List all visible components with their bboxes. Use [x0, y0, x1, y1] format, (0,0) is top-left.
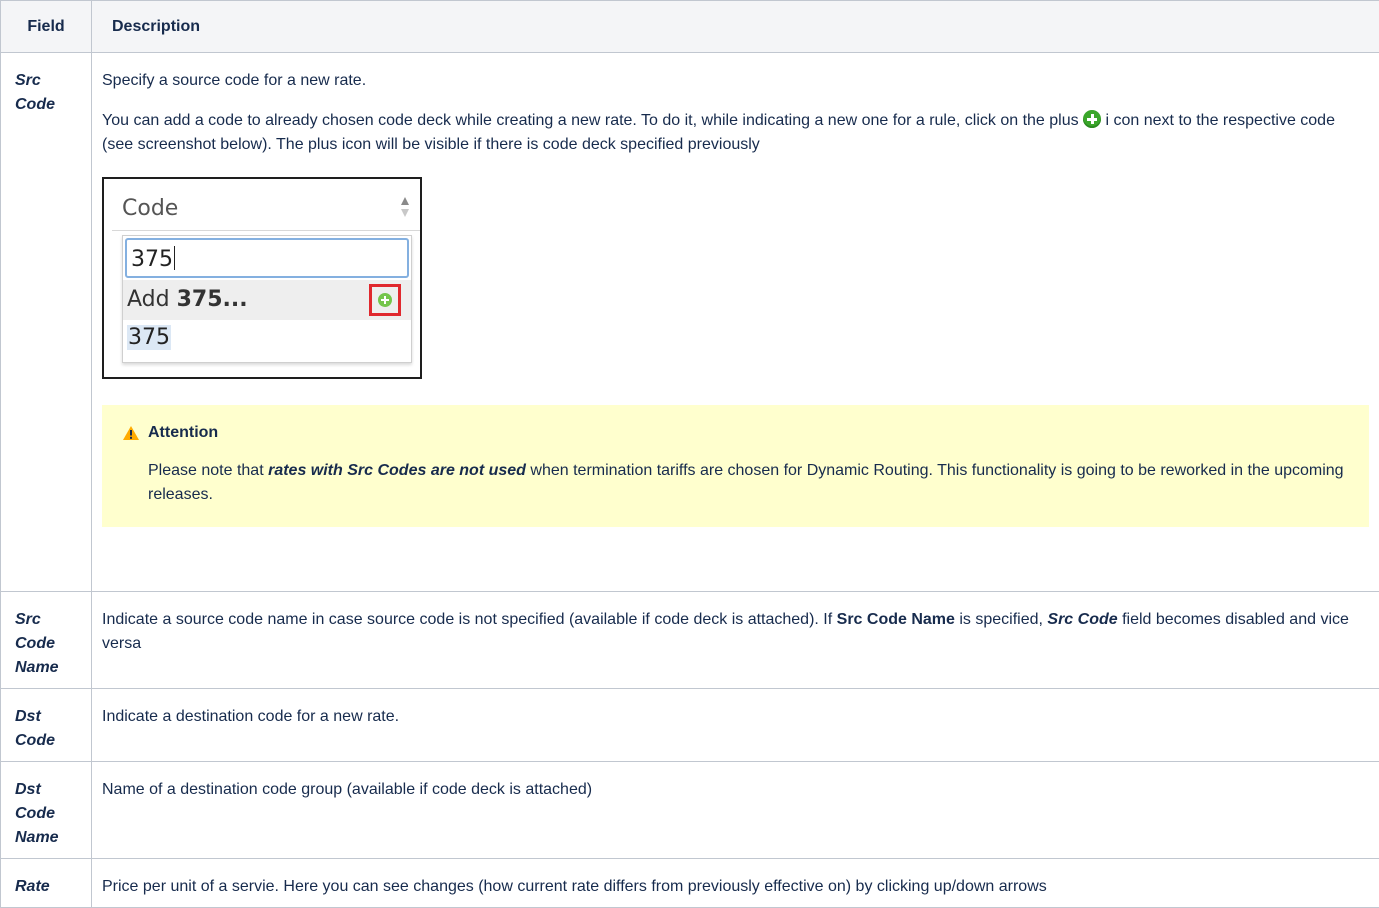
description-cell: Specify a source code for a new rate. Yo…: [92, 53, 1379, 592]
attention-title: Attention: [148, 421, 1345, 445]
text-segment-emphasis: rates with Src Codes are not used: [268, 462, 526, 479]
add-code-option: Add 375...: [123, 280, 411, 320]
text-segment: is specified,: [955, 611, 1047, 628]
code-dropdown: 375 Add 375... 375: [122, 235, 412, 363]
description-cell: Indicate a destination code for a new ra…: [92, 689, 1379, 762]
field-name-cell: Dst Code: [1, 689, 92, 762]
result-value: 375: [127, 325, 171, 350]
header-description: Description: [92, 1, 1379, 53]
description-cell: Price per unit of a servie. Here you can…: [92, 859, 1379, 908]
text-caret: [174, 246, 175, 270]
table-row: Src Code Specify a source code for a new…: [1, 53, 1379, 592]
attention-text: Please note that rates with Src Codes ar…: [148, 459, 1345, 507]
text-segment: Indicate a source code name in case sour…: [102, 611, 837, 628]
add-prefix: Add: [127, 287, 177, 312]
code-result-option: 375: [127, 326, 171, 350]
header-field: Field: [1, 1, 92, 53]
add-code-value: 375...: [177, 287, 248, 312]
search-value: 375: [131, 247, 173, 272]
plus-highlight-box: [369, 284, 401, 316]
attention-panel: Attention Please note that rates with Sr…: [102, 405, 1369, 527]
code-dropdown-screenshot: Code 375 Add 375...: [102, 177, 422, 379]
table-header-row: Field Description: [1, 1, 1379, 53]
plus-circle-icon: [378, 293, 392, 307]
code-column-header: Code: [112, 185, 420, 231]
paragraph: You can add a code to already chosen cod…: [102, 109, 1369, 157]
description-cell: Indicate a source code name in case sour…: [92, 592, 1379, 689]
field-name-cell: Rate: [1, 859, 92, 908]
code-header-label: Code: [122, 197, 178, 221]
code-search-input: 375: [125, 238, 409, 278]
table-row: Rate Price per unit of a servie. Here yo…: [1, 859, 1379, 908]
table-row: Dst Code Indicate a destination code for…: [1, 689, 1379, 762]
text-segment-bold: Src Code Name: [837, 611, 955, 628]
field-description-table: Field Description Src Code Specify a sou…: [0, 0, 1379, 908]
field-name-cell: Dst Code Name: [1, 762, 92, 859]
warning-icon: [122, 425, 140, 441]
field-name-cell: Src Code Name: [1, 592, 92, 689]
sort-arrows-icon: [400, 195, 410, 219]
table-row: Src Code Name Indicate a source code nam…: [1, 592, 1379, 689]
text-segment-emphasis: Src Code: [1047, 611, 1117, 628]
plus-circle-icon: [1083, 110, 1101, 128]
text-segment: Please note that: [148, 462, 268, 479]
description-cell: Name of a destination code group (availa…: [92, 762, 1379, 859]
text-segment: You can add a code to already chosen cod…: [102, 112, 1083, 129]
paragraph: Specify a source code for a new rate.: [102, 69, 1369, 93]
table-row: Dst Code Name Name of a destination code…: [1, 762, 1379, 859]
field-name-cell: Src Code: [1, 53, 92, 592]
